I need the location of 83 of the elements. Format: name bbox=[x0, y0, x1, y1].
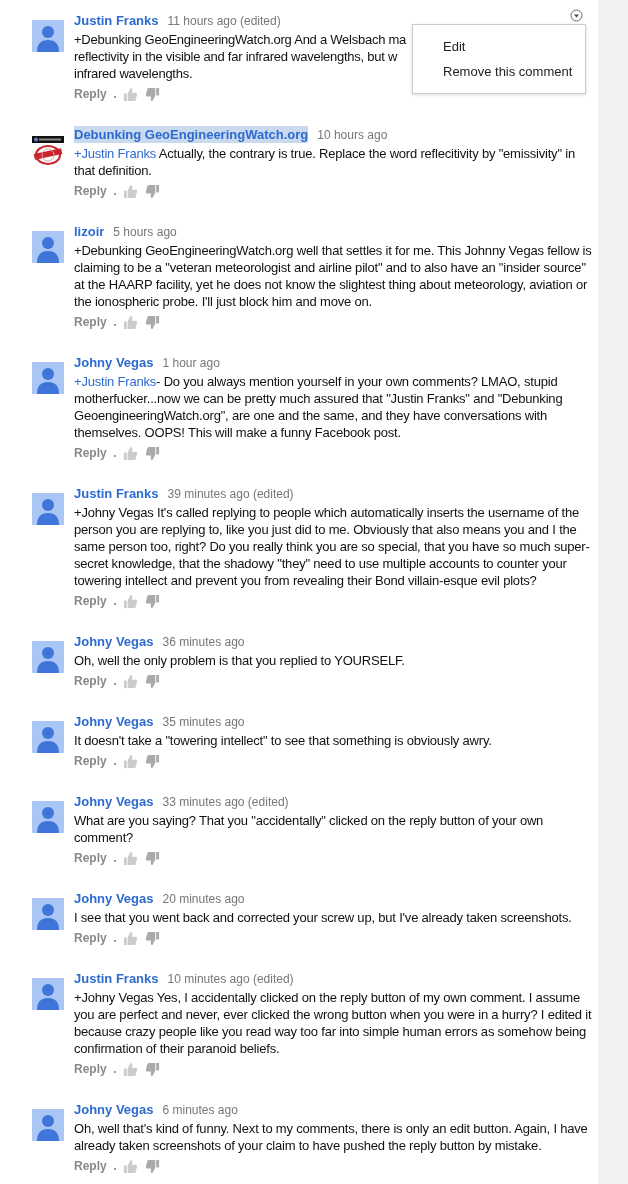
thumbs-down-icon[interactable] bbox=[144, 1061, 160, 1077]
author-name[interactable]: Justin Franks bbox=[74, 485, 159, 502]
reply-button[interactable]: Reply bbox=[74, 315, 107, 329]
thumbs-down-icon[interactable] bbox=[144, 86, 160, 102]
comment-text: It doesn't take a "towering intellect" to see that something is obviously awry. bbox=[74, 732, 493, 749]
thumbs-up-icon[interactable] bbox=[122, 183, 138, 199]
comment-text: +Debunking GeoEngineeringWatch.org And a Welsbach ma bbox=[74, 31, 407, 48]
thumbs-down-icon[interactable] bbox=[144, 930, 160, 946]
thumbs-down-icon[interactable] bbox=[144, 183, 160, 199]
timestamp[interactable]: 33 minutes ago (edited) bbox=[162, 794, 289, 811]
timestamp[interactable]: 6 minutes ago bbox=[162, 1102, 238, 1119]
thumbs-down-icon[interactable] bbox=[144, 850, 160, 866]
reply-button[interactable]: Reply bbox=[74, 674, 107, 688]
avatar-icon[interactable] bbox=[32, 1109, 64, 1141]
thumbs-up-icon[interactable] bbox=[122, 593, 138, 609]
author-name[interactable]: lizoir bbox=[74, 223, 105, 240]
author-name[interactable]: Debunking GeoEngineeringWatch.org bbox=[74, 126, 309, 143]
author-name[interactable]: Johny Vegas bbox=[74, 1101, 154, 1118]
timestamp[interactable]: 10 hours ago bbox=[317, 127, 388, 144]
thumbs-up-icon[interactable] bbox=[122, 86, 138, 102]
timestamp[interactable]: 5 hours ago bbox=[113, 224, 177, 241]
thumbs-up-icon[interactable] bbox=[122, 753, 138, 769]
author-name[interactable]: Johny Vegas bbox=[74, 890, 154, 907]
reply-button[interactable]: Reply bbox=[74, 754, 107, 768]
menu-item[interactable]: Remove this comment bbox=[413, 59, 585, 84]
thumbs-up-icon[interactable] bbox=[122, 930, 138, 946]
mention-link[interactable]: +Justin Franks bbox=[74, 146, 157, 161]
timestamp[interactable]: 39 minutes ago (edited) bbox=[167, 486, 294, 503]
author-name[interactable]: Johny Vegas bbox=[74, 633, 154, 650]
comment-text: +Justin Franks- Do you always mention yourself in your own comments? LMAO, stupid motherfucker...now we can be pretty much assured that "Justin Franks" and "Debunking GeoengineeringWatch.org", are one and the same, and they have conversations with themselves. OOPS! This will make a funny Facebook post. bbox=[74, 373, 564, 441]
reply-button[interactable]: Reply bbox=[74, 594, 107, 608]
timestamp[interactable]: 35 minutes ago bbox=[162, 714, 245, 731]
thumbs-down-icon[interactable] bbox=[144, 593, 160, 609]
author-name[interactable]: Justin Franks bbox=[74, 12, 159, 29]
timestamp[interactable]: 1 hour ago bbox=[162, 355, 220, 372]
thumbs-down-icon[interactable] bbox=[144, 445, 160, 461]
thumbs-up-icon[interactable] bbox=[122, 673, 138, 689]
thumbs-up-icon[interactable] bbox=[122, 314, 138, 330]
reply-button[interactable]: Reply bbox=[74, 184, 107, 198]
reply-button[interactable]: Reply bbox=[74, 931, 107, 945]
comment-text: reflectivity in the visible and far infrared wavelengths, but w bbox=[74, 48, 398, 65]
menu-item[interactable]: Edit bbox=[413, 34, 585, 59]
thumbs-up-icon[interactable] bbox=[122, 1158, 138, 1174]
thumbs-down-icon[interactable] bbox=[144, 314, 160, 330]
thumbs-up-icon[interactable] bbox=[122, 1061, 138, 1077]
avatar-icon[interactable] bbox=[32, 898, 64, 930]
timestamp[interactable]: 11 hours ago (edited) bbox=[167, 13, 281, 30]
author-name[interactable]: Johny Vegas bbox=[74, 354, 154, 371]
thumbs-up-icon[interactable] bbox=[122, 850, 138, 866]
reply-button[interactable]: Reply bbox=[74, 1159, 107, 1173]
author-name[interactable]: Justin Franks bbox=[74, 970, 159, 987]
mention-link[interactable]: +Justin Franks bbox=[74, 374, 157, 389]
reply-button[interactable]: Reply bbox=[74, 446, 107, 460]
avatar-icon[interactable] bbox=[32, 978, 64, 1010]
avatar-icon[interactable] bbox=[32, 641, 64, 673]
avatar-icon[interactable] bbox=[32, 20, 64, 52]
avatar-icon[interactable] bbox=[32, 721, 64, 753]
comment-text: Oh, well that's kind of funny. Next to my comments, there is only an edit button. Again, I have already taken screenshots of your claim to have pushed the reply button by mistake. bbox=[74, 1120, 589, 1154]
timestamp[interactable]: 20 minutes ago bbox=[162, 891, 245, 908]
dropdown-icon[interactable] bbox=[570, 9, 583, 22]
avatar-icon[interactable] bbox=[32, 362, 64, 394]
author-name[interactable]: Johny Vegas bbox=[74, 713, 154, 730]
comment-text: What are you saying? That you "accidentally" clicked on the reply button of your own comment? bbox=[74, 812, 545, 846]
comment-text: infrared wavelengths. bbox=[74, 65, 193, 82]
thumbs-down-icon[interactable] bbox=[144, 673, 160, 689]
avatar-icon[interactable] bbox=[32, 231, 64, 263]
reply-button[interactable]: Reply bbox=[74, 851, 107, 865]
comment-text: +Johny Vegas It's called replying to people which automatically inserts the username of the person you are replying to, like you just did to me. Obviously that also means you and I the same person too, right? Do you really think you are so special, that you have so much super-secret knowledge, that the shadowy "they" need to use multiple accounts to counter your towering intellect and prevent you from revealing their Bond villain-esque evil plots? bbox=[74, 504, 591, 589]
reply-button[interactable]: Reply bbox=[74, 1062, 107, 1076]
comment-text: +Johny Vegas Yes, I accidentally clicked on the reply button of my own comment. I assume you are perfect and never, ever clicked the wrong button when you were in a hurry? I edited it because crazy people like you read way too far into simple human errors as somehow being confirmation of their paranoid beliefs. bbox=[74, 989, 593, 1057]
thumbs-up-icon[interactable] bbox=[122, 445, 138, 461]
avatar-icon[interactable] bbox=[32, 801, 64, 833]
thumbs-down-icon[interactable] bbox=[144, 1158, 160, 1174]
author-name[interactable]: Johny Vegas bbox=[74, 793, 154, 810]
comment-text: +Justin Franks Actually, the contrary is true. Replace the word reflecitivity by "emissivity" in that definition. bbox=[74, 145, 576, 179]
timestamp[interactable]: 36 minutes ago bbox=[162, 634, 245, 651]
reply-button[interactable]: Reply bbox=[74, 87, 107, 101]
thumbs-down-icon[interactable] bbox=[144, 753, 160, 769]
comment-text: +Debunking GeoEngineeringWatch.org well that settles it for me. This Johnny Vegas fellow is claiming to be a "veteran meteorologist and airline pilot" and to also have an "insider source" at the HAARP facility, yet he does not know the slightest thing about meteorology, aviation or the ionospheric probe. I'll just block him and move on. bbox=[74, 242, 593, 310]
avatar-icon[interactable] bbox=[32, 493, 64, 525]
comment-text: I see that you went back and corrected your screw up, but I've already taken screenshots. bbox=[74, 909, 573, 926]
timestamp[interactable]: 10 minutes ago (edited) bbox=[167, 971, 294, 988]
comment-text: Oh, well the only problem is that you replied to YOURSELF. bbox=[74, 652, 406, 669]
